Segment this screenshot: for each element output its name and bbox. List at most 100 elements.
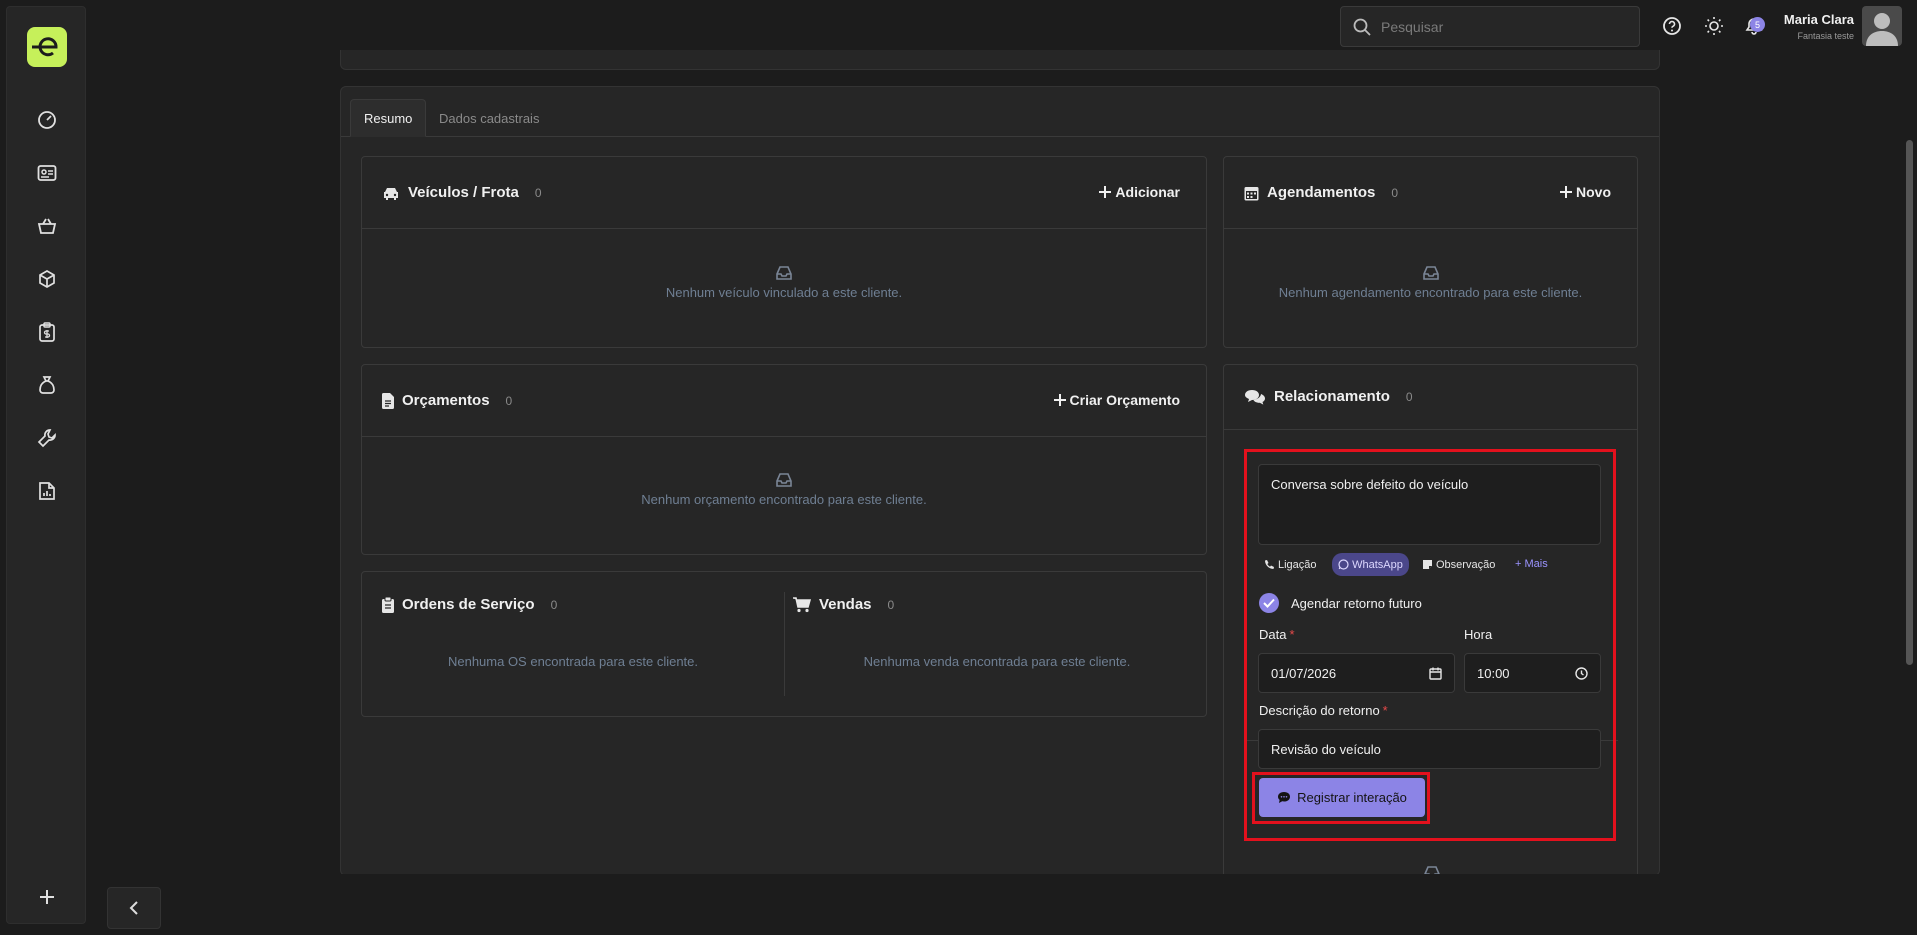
- check-icon: [1263, 598, 1275, 608]
- type-note-chip[interactable]: Observação: [1418, 553, 1499, 576]
- time-field-label: Hora: [1464, 627, 1493, 642]
- appointments-panel: Agendamentos 0 Novo Nenhum agendamento e…: [1223, 156, 1638, 348]
- sales-empty-text: Nenhuma venda encontrada para este clien…: [863, 654, 1131, 669]
- vehicles-empty-state: Nenhum veículo vinculado a este cliente.: [362, 265, 1206, 300]
- plus-icon: [1560, 186, 1572, 198]
- vehicles-count: 0: [534, 185, 542, 200]
- search-bar[interactable]: [1340, 6, 1640, 47]
- return-description-input[interactable]: Revisão do veículo: [1258, 729, 1601, 769]
- appointments-title: Agendamentos 0: [1244, 184, 1398, 201]
- sun-icon[interactable]: [1704, 16, 1724, 36]
- inbox-icon: [775, 472, 793, 488]
- dashboard-icon[interactable]: [33, 106, 61, 134]
- relationship-title: Relacionamento 0: [1244, 388, 1413, 405]
- date-label-text: Data: [1259, 627, 1287, 642]
- create-quote-button[interactable]: Criar Orçamento: [1053, 392, 1180, 408]
- money-bag-icon[interactable]: [33, 371, 61, 399]
- inbox-icon: [775, 265, 793, 281]
- plus-icon: [1053, 394, 1066, 406]
- date-field-label: Data *: [1259, 627, 1295, 642]
- more-types-button[interactable]: + Mais: [1511, 552, 1552, 575]
- box-icon[interactable]: [33, 265, 61, 293]
- sidebar: [6, 6, 86, 924]
- date-input[interactable]: 01/07/2026: [1258, 653, 1455, 693]
- inbox-icon: [1422, 265, 1440, 281]
- user-name: Maria Clara: [1783, 12, 1854, 27]
- quotes-count: 0: [505, 393, 513, 408]
- vehicles-title-text: Veículos / Frota: [408, 184, 519, 201]
- search-input[interactable]: [1381, 18, 1621, 35]
- whatsapp-icon: [1338, 559, 1349, 570]
- scrollbar-thumb[interactable]: [1906, 140, 1913, 665]
- register-interaction-label: Registrar interação: [1297, 790, 1407, 805]
- add-vehicle-button[interactable]: Adicionar: [1099, 184, 1180, 200]
- invoice-icon[interactable]: [33, 318, 61, 346]
- sales-title: Vendas 0: [793, 596, 894, 613]
- sales-count: 0: [887, 597, 895, 612]
- vehicles-empty-text: Nenhum veículo vinculado a este cliente.: [665, 285, 903, 300]
- appointments-count: 0: [1391, 185, 1399, 200]
- orders-sales-divider: [784, 592, 785, 696]
- calendar-picker-icon[interactable]: [1429, 667, 1442, 680]
- service-orders-title: Ordens de Serviço 0: [382, 596, 557, 613]
- schedule-return-checkbox[interactable]: [1259, 593, 1279, 613]
- calendar-icon: [1244, 186, 1259, 200]
- type-call-label: Ligação: [1278, 558, 1317, 571]
- service-orders-count: 0: [550, 597, 558, 612]
- collapse-sidebar-button[interactable]: [107, 887, 161, 929]
- tab-resumo[interactable]: Resumo: [350, 99, 427, 137]
- type-whatsapp-label: WhatsApp: [1352, 558, 1403, 571]
- sales-title-text: Vendas: [819, 596, 872, 613]
- quotes-empty-text: Nenhum orçamento encontrado para este cl…: [641, 492, 927, 507]
- create-quote-label: Criar Orçamento: [1069, 392, 1180, 408]
- sticky-note-icon: [1423, 560, 1432, 569]
- type-call-chip[interactable]: Ligação: [1260, 553, 1321, 576]
- quotes-title: Orçamentos 0: [382, 392, 512, 409]
- search-icon: [1353, 18, 1371, 36]
- date-value: 01/07/2026: [1271, 665, 1337, 681]
- cart-icon: [793, 596, 811, 612]
- tab-dados-cadastrais[interactable]: Dados cadastrais: [426, 99, 552, 137]
- document-icon: [382, 392, 394, 409]
- vehicles-panel: Veículos / Frota 0 Adicionar Nenhum veíc…: [361, 156, 1207, 348]
- tab-bar: Resumo Dados cadastrais: [341, 87, 1659, 137]
- help-icon[interactable]: [1662, 16, 1682, 36]
- new-appointment-button[interactable]: Novo: [1560, 184, 1611, 200]
- appointments-empty-state: Nenhum agendamento encontrado para este …: [1224, 265, 1637, 300]
- time-input[interactable]: 10:00: [1464, 653, 1601, 693]
- phone-icon: [1265, 560, 1274, 569]
- service-orders-empty-text: Nenhuma OS encontrada para este cliente.: [447, 654, 699, 669]
- appointments-header: Agendamentos 0 Novo: [1224, 157, 1637, 229]
- wrench-icon[interactable]: [33, 424, 61, 452]
- quotes-panel: Orçamentos 0 Criar Orçamento Nenhum orça…: [361, 364, 1207, 555]
- quotes-empty-state: Nenhum orçamento encontrado para este cl…: [362, 472, 1206, 507]
- time-value: 10:00: [1477, 665, 1510, 681]
- return-description-label: Descrição do retorno *: [1259, 703, 1388, 718]
- app-logo[interactable]: [27, 27, 67, 67]
- plus-icon: [1099, 186, 1112, 198]
- new-appointment-label: Novo: [1576, 184, 1611, 200]
- vehicles-header: Veículos / Frota 0 Adicionar: [362, 157, 1206, 229]
- interaction-note-textarea[interactable]: Conversa sobre defeito do veículo: [1258, 464, 1601, 545]
- add-icon[interactable]: [33, 883, 61, 911]
- user-company: Fantasia teste: [1797, 31, 1854, 41]
- vehicles-title: Veículos / Frota 0: [382, 184, 542, 201]
- avatar[interactable]: [1862, 6, 1902, 46]
- quotes-header: Orçamentos 0 Criar Orçamento: [362, 365, 1206, 437]
- chat-bubbles-icon: [1245, 389, 1265, 405]
- page-bottom: [340, 874, 1660, 935]
- relationship-title-text: Relacionamento: [1274, 388, 1390, 405]
- clients-card-icon[interactable]: [33, 159, 61, 187]
- appointments-title-text: Agendamentos: [1267, 184, 1376, 201]
- previous-card-edge: [340, 50, 1660, 70]
- relationship-header: Relacionamento 0: [1224, 365, 1637, 430]
- report-icon[interactable]: [33, 477, 61, 505]
- notification-badge: 5: [1750, 17, 1765, 32]
- clipboard-icon: [382, 596, 394, 613]
- add-vehicle-label: Adicionar: [1115, 184, 1180, 200]
- clock-icon[interactable]: [1575, 666, 1588, 680]
- register-interaction-button[interactable]: Registrar interação: [1259, 778, 1425, 817]
- basket-icon[interactable]: [33, 212, 61, 240]
- type-whatsapp-chip[interactable]: WhatsApp: [1332, 553, 1409, 576]
- appointments-empty-text: Nenhum agendamento encontrado para este …: [1278, 285, 1583, 300]
